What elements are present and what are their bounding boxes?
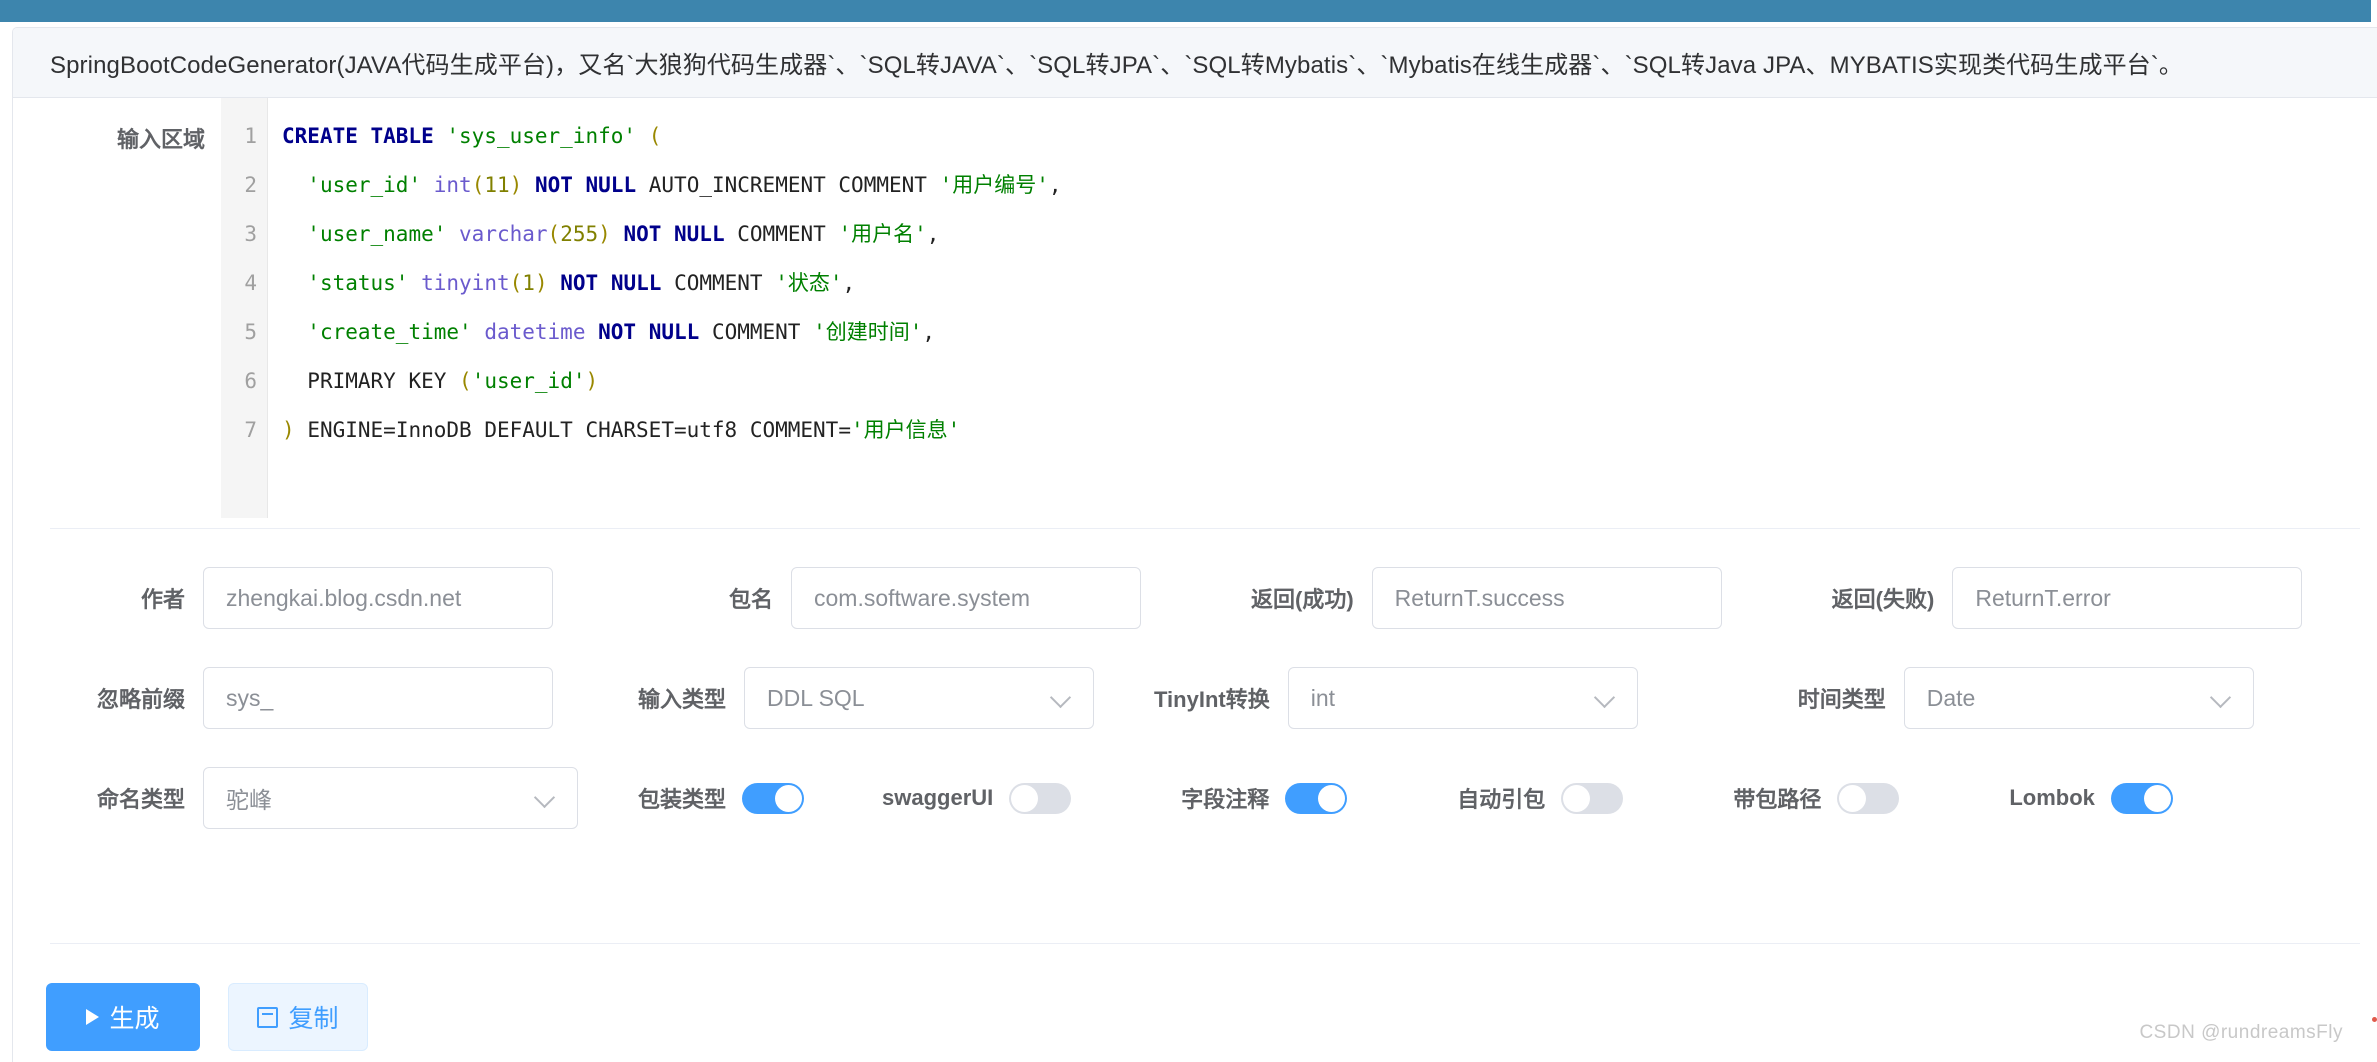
- field-naming-type: 命名类型 驼峰: [13, 767, 578, 829]
- field-comment-switch[interactable]: [1285, 782, 1348, 814]
- input-type-select[interactable]: DDL SQL: [744, 667, 1095, 729]
- return-error-input[interactable]: ReturnT.error: [1952, 567, 2303, 629]
- divider-top: [50, 528, 2360, 529]
- generate-button[interactable]: 生成: [46, 983, 200, 1051]
- toggle-label: 包装类型: [638, 787, 727, 812]
- toggle-label: 自动引包: [1457, 787, 1546, 812]
- code-line: PRIMARY KEY ('user_id'): [307, 369, 599, 393]
- return-success-input[interactable]: ReturnT.success: [1371, 567, 1722, 629]
- generate-button-label: 生成: [109, 1005, 160, 1033]
- toggle-label: swaggerUI: [882, 785, 994, 810]
- divider-bottom: [50, 943, 2360, 944]
- field-label-return-error: 返回(失败): [1831, 587, 1935, 612]
- switch-knob: [775, 784, 803, 812]
- toggle-label: Lombok: [2009, 785, 2095, 810]
- tinyint-convert-value: int: [1310, 684, 1336, 711]
- options-form: 作者 zhengkai.blog.csdn.net 包名 com.softwar…: [13, 548, 2377, 848]
- code-line: 'status' tinyint(1) NOT NULL COMMENT '状态…: [307, 271, 856, 295]
- watermark: CSDN @rundreamsFly: [2139, 1022, 2343, 1043]
- play-icon: [86, 1009, 100, 1025]
- field-label-time-type: 时间类型: [1797, 687, 1886, 712]
- field-input-type: 输入类型 DDL SQL: [638, 667, 1095, 729]
- line-number: 4: [244, 271, 257, 295]
- editor-code[interactable]: CREATE TABLE 'sys_user_info' ( 'user_id'…: [268, 98, 2377, 518]
- generator-card: SpringBootCodeGenerator(JAVA代码生成平台)，又名`大…: [12, 27, 2377, 1062]
- naming-type-select[interactable]: 驼峰: [203, 767, 578, 829]
- form-row-2: 忽略前缀 sys_ 输入类型 DDL SQL TinyInt转换 int 时间类…: [13, 648, 2377, 748]
- time-type-value: Date: [1926, 684, 1976, 711]
- toggle-with-package-path[interactable]: 带包路径: [1733, 782, 1900, 814]
- field-ignore-prefix: 忽略前缀 sys_: [13, 667, 553, 729]
- switch-knob: [1563, 784, 1591, 812]
- chevron-down-icon: [1051, 688, 1071, 708]
- code-line: 'create_time' datetime NOT NULL COMMENT …: [307, 320, 936, 344]
- footer-actions: 生成 复制: [46, 983, 368, 1051]
- field-label-author: 作者: [140, 587, 185, 612]
- field-return-success: 返回(成功) ReturnT.success: [1251, 567, 1722, 629]
- editor-gutter: 1 2 3 4 5 6 7: [221, 98, 268, 518]
- switch-knob: [1839, 784, 1867, 812]
- line-number: 1: [244, 124, 257, 148]
- with-package-path-switch[interactable]: [1837, 782, 1900, 814]
- copy-icon: [257, 1006, 279, 1028]
- line-number: 5: [244, 320, 257, 344]
- field-label-input-type: 输入类型: [638, 687, 727, 712]
- browser-top-bar: [0, 0, 2377, 22]
- code-line: ) ENGINE=InnoDB DEFAULT CHARSET=utf8 COM…: [282, 418, 961, 442]
- field-author: 作者 zhengkai.blog.csdn.net: [13, 567, 553, 629]
- auto-import-switch[interactable]: [1561, 782, 1624, 814]
- sql-editor[interactable]: 1 2 3 4 5 6 7 CREATE TABLE 'sys_user_inf…: [221, 98, 2377, 518]
- chevron-down-icon: [535, 788, 555, 808]
- field-label-tinyint-convert: TinyInt转换: [1154, 687, 1270, 712]
- time-type-select[interactable]: Date: [1903, 667, 2254, 729]
- field-label-ignore-prefix: 忽略前缀: [96, 687, 185, 712]
- copy-button-label: 复制: [288, 1005, 339, 1033]
- toggle-label: 字段注释: [1181, 787, 1270, 812]
- field-tinyint-convert: TinyInt转换 int: [1154, 667, 1638, 729]
- app-page: SpringBootCodeGenerator(JAVA代码生成平台)，又名`大…: [0, 0, 2377, 1062]
- card-header: SpringBootCodeGenerator(JAVA代码生成平台)，又名`大…: [13, 28, 2377, 98]
- lombok-switch[interactable]: [2110, 782, 2173, 814]
- field-label-return-success: 返回(成功): [1251, 587, 1354, 612]
- copy-button[interactable]: 复制: [228, 983, 368, 1051]
- toggle-auto-import[interactable]: 自动引包: [1457, 782, 1624, 814]
- wrapper-type-switch[interactable]: [742, 782, 805, 814]
- form-row-3: 命名类型 驼峰 包装类型 swaggerUI 字段注释 自动引包 带包路径 Lo…: [13, 748, 2377, 848]
- switch-knob: [1318, 784, 1346, 812]
- line-number: 3: [244, 222, 257, 246]
- line-number: 6: [244, 369, 257, 393]
- tinyint-convert-select[interactable]: int: [1287, 667, 1638, 729]
- code-line: 'user_id' int(11) NOT NULL AUTO_INCREMEN…: [307, 173, 1062, 197]
- top-bar-right-gap: [2371, 0, 2377, 22]
- field-package: 包名 com.software.system: [729, 567, 1142, 629]
- toggle-label: 带包路径: [1733, 787, 1822, 812]
- swagger-ui-switch[interactable]: [1009, 782, 1072, 814]
- toggle-lombok[interactable]: Lombok: [2009, 782, 2173, 814]
- input-area-row: 输入区域 1 2 3 4 5 6 7 CREATE TABLE 'sys_use…: [13, 98, 2377, 518]
- input-area-label: 输入区域: [116, 127, 205, 152]
- toggle-swagger-ui[interactable]: swaggerUI: [882, 782, 1072, 814]
- line-number: 2: [244, 173, 257, 197]
- switch-knob: [1011, 784, 1039, 812]
- code-line: 'user_name' varchar(255) NOT NULL COMMEN…: [307, 222, 940, 246]
- chevron-down-icon: [2211, 688, 2231, 708]
- field-label-naming-type: 命名类型: [96, 787, 185, 812]
- input-type-value: DDL SQL: [767, 684, 865, 711]
- naming-type-value: 驼峰: [226, 787, 272, 813]
- author-input[interactable]: zhengkai.blog.csdn.net: [203, 567, 553, 629]
- toggle-wrapper-type[interactable]: 包装类型: [638, 782, 805, 814]
- field-return-error: 返回(失败) ReturnT.error: [1832, 567, 2303, 629]
- ignore-prefix-input[interactable]: sys_: [203, 667, 553, 729]
- chevron-down-icon: [1595, 688, 1615, 708]
- corner-indicator-dot: [2372, 1017, 2377, 1022]
- form-row-1: 作者 zhengkai.blog.csdn.net 包名 com.softwar…: [13, 548, 2377, 648]
- line-number: 7: [244, 418, 257, 442]
- toggle-field-comment[interactable]: 字段注释: [1181, 782, 1348, 814]
- field-time-type: 时间类型 Date: [1798, 667, 2254, 729]
- field-label-package: 包名: [729, 587, 774, 612]
- page-title: SpringBootCodeGenerator(JAVA代码生成平台)，又名`大…: [50, 52, 2183, 79]
- package-input[interactable]: com.software.system: [791, 567, 1142, 629]
- switch-knob: [2143, 784, 2171, 812]
- code-line: CREATE TABLE 'sys_user_info' (: [282, 124, 662, 148]
